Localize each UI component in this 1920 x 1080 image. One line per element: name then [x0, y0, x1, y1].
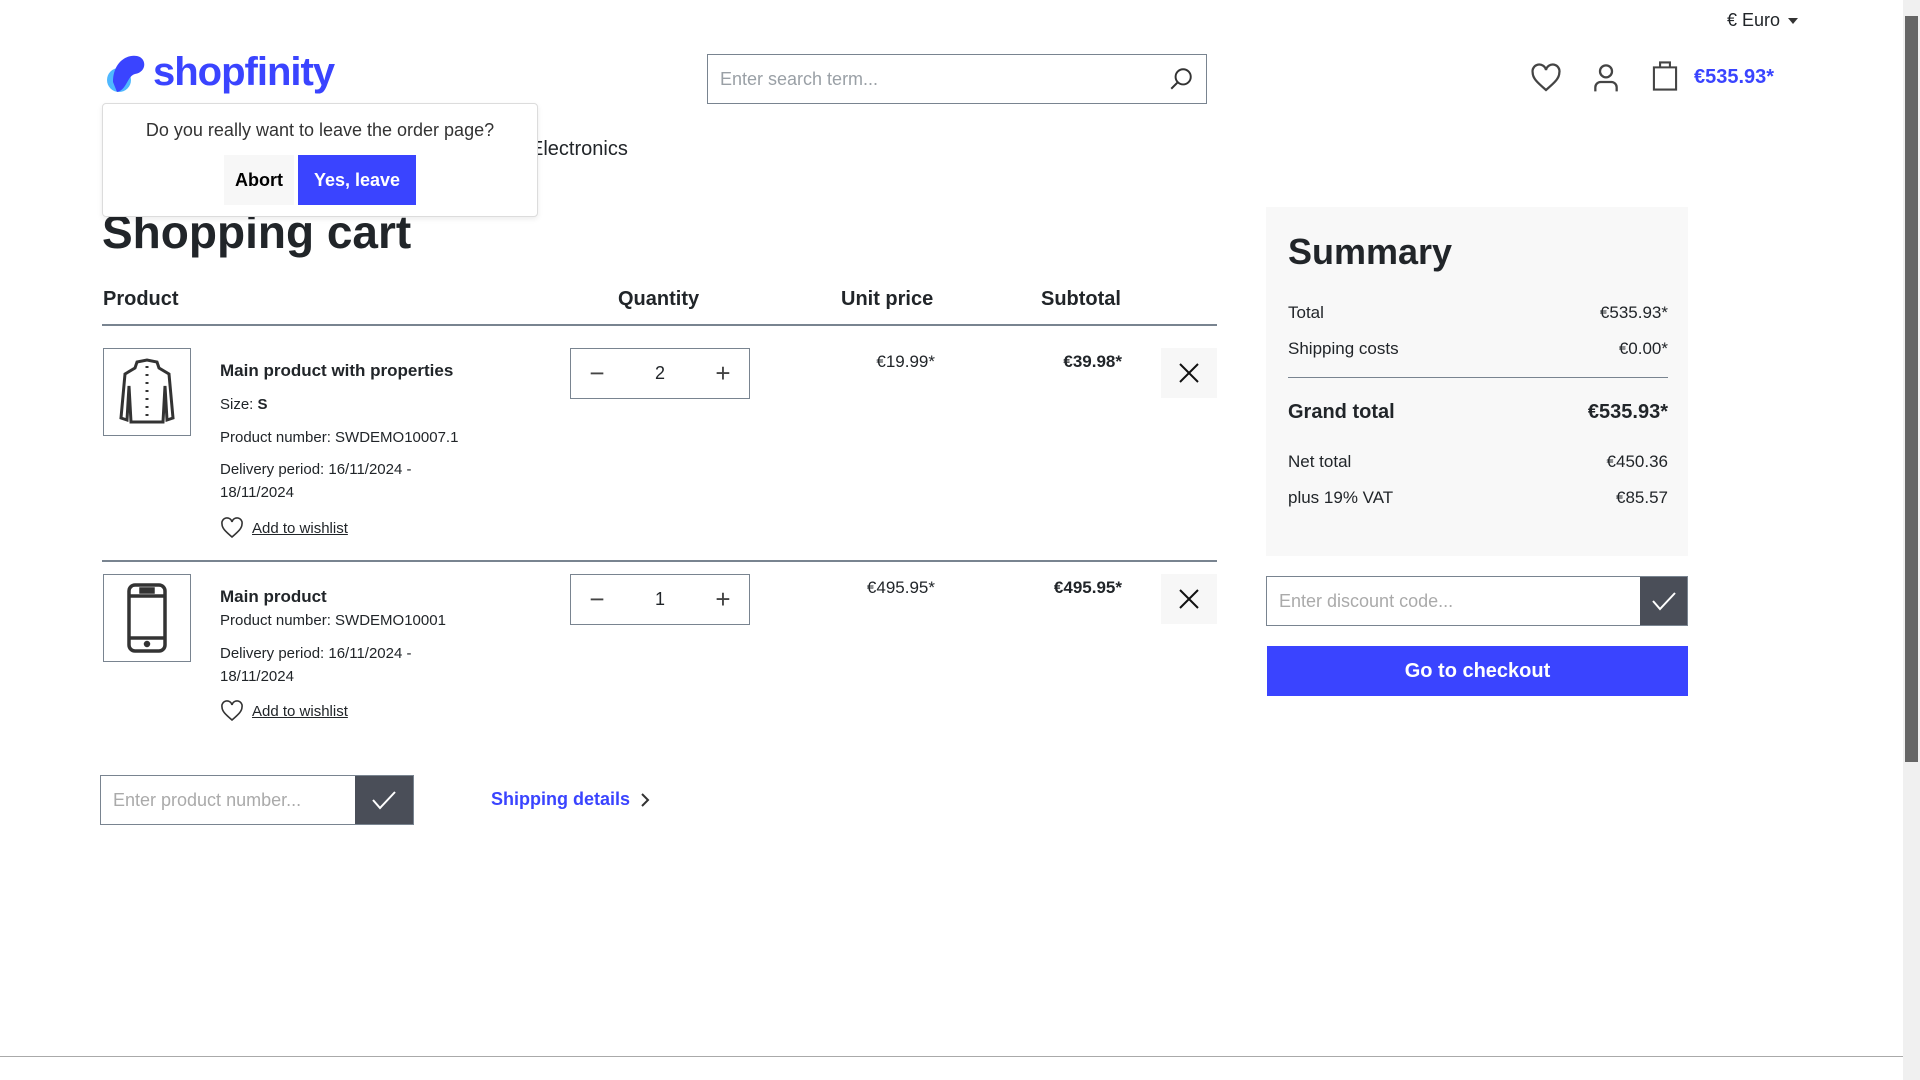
- checkmark-icon: [372, 791, 396, 810]
- cart-total[interactable]: €535.93*: [1694, 66, 1774, 89]
- discount-code-input[interactable]: [1267, 577, 1640, 625]
- shopping-bag-icon[interactable]: [1649, 60, 1681, 92]
- summary-row-grand-total: Grand total €535.93*: [1288, 392, 1668, 432]
- delivery-period: Delivery period: 16/11/2024 - 18/11/2024: [220, 642, 412, 688]
- subtotal: €39.98*: [1063, 352, 1122, 371]
- remove-item-button[interactable]: [1161, 348, 1217, 398]
- add-to-wishlist[interactable]: Add to wishlist: [220, 517, 348, 539]
- heart-icon: [221, 517, 243, 539]
- label: Grand total: [1288, 400, 1395, 423]
- summary-divider: [1288, 377, 1668, 378]
- product-number: Product number: SWDEMO10007.1: [220, 429, 459, 446]
- column-header-product: Product: [103, 288, 179, 310]
- add-product-form: [100, 775, 414, 825]
- add-to-wishlist-link[interactable]: Add to wishlist: [252, 703, 348, 720]
- currency-label: € Euro: [1727, 10, 1781, 30]
- row-divider: [102, 560, 1217, 562]
- header-divider: [102, 324, 1217, 326]
- column-header-subtotal: Subtotal: [1041, 288, 1121, 310]
- plus-icon[interactable]: +: [711, 584, 735, 615]
- checkmark-icon: [1651, 592, 1676, 611]
- remove-item-button[interactable]: [1161, 574, 1217, 624]
- unit-price: €19.99*: [876, 352, 935, 371]
- summary-panel: Summary Total €535.93* Shipping costs €0.0…: [1266, 207, 1688, 556]
- product-image[interactable]: [103, 348, 191, 436]
- subtotal: €495.95*: [1053, 578, 1122, 597]
- scrollbar-thumb[interactable]: [1905, 16, 1918, 762]
- currency-selector[interactable]: € Euro: [1727, 10, 1799, 31]
- search-icon[interactable]: [1168, 66, 1194, 92]
- leave-confirm-popover: Do you really want to leave the order pa…: [102, 103, 538, 217]
- apply-discount-button[interactable]: [1640, 577, 1687, 625]
- footer-divider: [0, 1056, 1903, 1057]
- yes-leave-button[interactable]: Yes, leave: [298, 155, 416, 205]
- summary-row-shipping: Shipping costs €0.00*: [1288, 331, 1668, 367]
- search-input[interactable]: [720, 68, 1168, 90]
- delivery-line: Delivery period: 16/11/2024 -: [220, 461, 412, 478]
- product-image[interactable]: [103, 574, 191, 662]
- minus-icon[interactable]: −: [585, 358, 609, 389]
- discount-form: [1266, 576, 1688, 626]
- add-to-wishlist[interactable]: Add to wishlist: [220, 700, 348, 722]
- go-to-checkout-button[interactable]: Go to checkout: [1267, 646, 1688, 696]
- delivery-line: 18/11/2024: [220, 668, 294, 685]
- product-size: Size: S: [220, 393, 268, 416]
- popup-message: Do you really want to leave the order pa…: [145, 120, 495, 140]
- value: €450.36: [1606, 452, 1668, 471]
- logo[interactable]: shopfinity: [105, 50, 335, 95]
- add-product-button[interactable]: [355, 776, 413, 824]
- value: €535.93*: [1599, 303, 1668, 322]
- unit-price: €495.95*: [866, 578, 935, 597]
- quantity-stepper[interactable]: − 1 +: [570, 574, 750, 625]
- size-value: S: [257, 396, 268, 413]
- nav-item-electronics[interactable]: Electronics: [530, 138, 628, 161]
- product-number-input[interactable]: [101, 776, 355, 824]
- product-number: Product number: SWDEMO10001: [220, 612, 446, 629]
- summary-row-total: Total €535.93*: [1288, 295, 1668, 331]
- label: plus 19% VAT: [1288, 488, 1394, 507]
- shipping-details-label: Shipping details: [491, 789, 631, 809]
- search-bar[interactable]: [707, 54, 1207, 104]
- shipping-details-link[interactable]: Shipping details: [491, 789, 650, 810]
- product-name[interactable]: Main product: [220, 587, 327, 607]
- value: €0.00*: [1618, 339, 1668, 358]
- chevron-right-icon: [641, 792, 650, 807]
- column-header-quantity: Quantity: [618, 288, 700, 310]
- summary-title: Summary: [1288, 231, 1453, 272]
- label: Shipping costs: [1288, 339, 1399, 358]
- plus-icon[interactable]: +: [711, 358, 735, 389]
- product-name[interactable]: Main product with properties: [220, 361, 453, 381]
- smartphone-icon: [127, 583, 167, 653]
- jacket-icon: [119, 358, 175, 424]
- delivery-line: Delivery period: 16/11/2024 -: [220, 645, 412, 662]
- label: Total: [1288, 303, 1324, 322]
- quantity-stepper[interactable]: − 2 +: [570, 348, 750, 399]
- heart-icon: [221, 700, 243, 722]
- quantity-value[interactable]: 1: [655, 589, 665, 610]
- quantity-value[interactable]: 2: [655, 363, 665, 384]
- delivery-period: Delivery period: 16/11/2024 - 18/11/2024: [220, 458, 412, 504]
- close-icon: [1179, 363, 1199, 383]
- logo-icon: [107, 55, 145, 92]
- summary-row-vat: plus 19% VAT €85.57: [1288, 480, 1668, 516]
- user-icon[interactable]: [1590, 62, 1622, 94]
- abort-button[interactable]: Abort: [224, 155, 294, 205]
- caret-down-icon: [1788, 17, 1799, 24]
- value: €535.93*: [1587, 400, 1668, 423]
- label: Net total: [1288, 452, 1352, 471]
- heart-icon[interactable]: [1530, 62, 1562, 94]
- close-icon: [1179, 589, 1199, 609]
- value: €85.57: [1616, 488, 1668, 507]
- logo-text: shopfinity: [153, 50, 335, 94]
- size-label: Size:: [220, 396, 254, 413]
- minus-icon[interactable]: −: [585, 584, 609, 615]
- summary-row-net-total: Net total €450.36: [1288, 444, 1668, 480]
- delivery-line: 18/11/2024: [220, 484, 294, 501]
- column-header-unit-price: Unit price: [841, 288, 934, 310]
- add-to-wishlist-link[interactable]: Add to wishlist: [252, 520, 348, 537]
